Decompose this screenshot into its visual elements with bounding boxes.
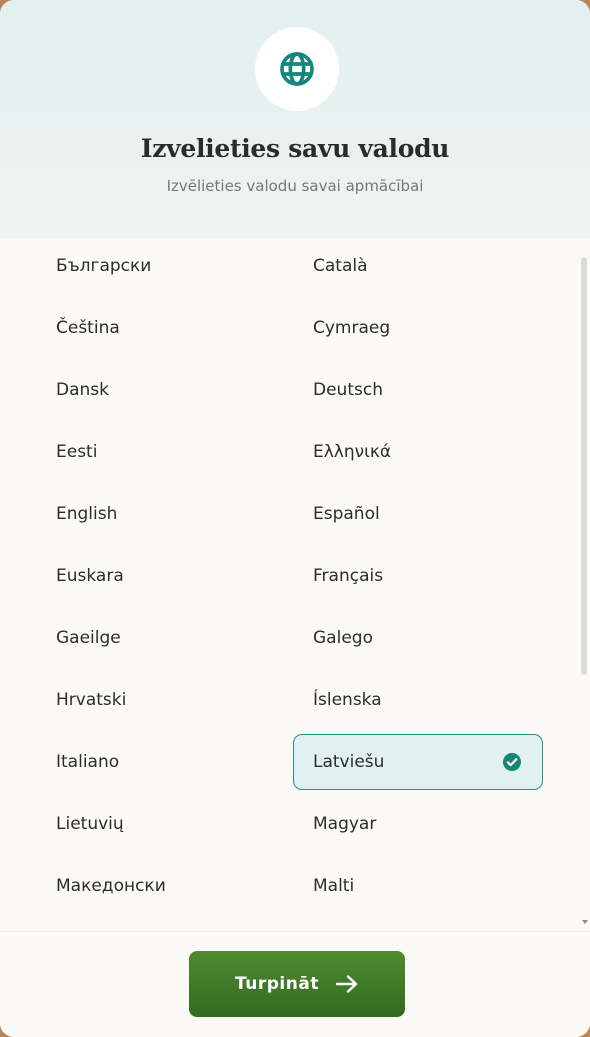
scrollbar-thumb[interactable]: [581, 257, 587, 675]
language-option[interactable]: Hrvatski: [36, 672, 286, 728]
language-option[interactable]: Ελληνικά: [293, 424, 543, 480]
language-label: Magyar: [313, 814, 377, 834]
language-label: Català: [313, 256, 368, 276]
language-option-selected[interactable]: Latviešu: [293, 734, 543, 790]
scroll-down-arrow-icon[interactable]: [582, 920, 588, 924]
dialog-title: Izvelieties savu valodu: [140, 134, 450, 163]
check-circle-icon: [503, 753, 521, 771]
continue-label: Turpināt: [235, 974, 319, 994]
language-option[interactable]: English: [36, 486, 286, 542]
language-label: Cymraeg: [313, 318, 391, 338]
language-label: Galego: [313, 628, 373, 648]
language-option[interactable]: Čeština: [36, 300, 286, 356]
language-option[interactable]: Français: [293, 548, 543, 604]
language-option[interactable]: Magyar: [293, 796, 543, 852]
language-label: Íslenska: [313, 690, 382, 710]
language-option[interactable]: Malti: [293, 858, 543, 914]
language-label: Čeština: [56, 318, 120, 338]
language-label: Gaeilge: [56, 628, 121, 648]
language-option[interactable]: Gaeilge: [36, 610, 286, 666]
continue-button[interactable]: Turpināt: [189, 951, 405, 1017]
language-label: Hrvatski: [56, 690, 127, 710]
language-option[interactable]: Galego: [293, 610, 543, 666]
dialog-header: Izvelieties savu valodu Izvēlieties valo…: [0, 0, 590, 238]
language-label: Italiano: [56, 752, 120, 772]
language-option[interactable]: Italiano: [36, 734, 286, 790]
language-option[interactable]: Deutsch: [293, 362, 543, 418]
language-option[interactable]: Català: [293, 238, 543, 294]
language-option[interactable]: Cymraeg: [293, 300, 543, 356]
language-label: Deutsch: [313, 380, 383, 400]
language-option[interactable]: Lietuvių: [36, 796, 286, 852]
language-option[interactable]: Dansk: [36, 362, 286, 418]
language-option[interactable]: Euskara: [36, 548, 286, 604]
globe-badge: [255, 27, 339, 111]
language-label: Lietuvių: [56, 814, 124, 834]
globe-icon: [280, 52, 314, 86]
language-option[interactable]: Македонски: [36, 858, 286, 914]
dialog-footer: Turpināt: [0, 931, 590, 1037]
arrow-right-icon: [335, 975, 358, 993]
dialog-subtitle: Izvēlieties valodu savai apmācībai: [166, 177, 424, 195]
language-label: Latviešu: [313, 752, 385, 772]
language-label: Ελληνικά: [313, 442, 392, 462]
language-label: Eesti: [56, 442, 98, 462]
language-label: English: [56, 504, 118, 524]
language-list[interactable]: Български Čeština Dansk Eesti English Eu…: [0, 238, 590, 931]
language-label: Français: [313, 566, 384, 586]
language-option[interactable]: Español: [293, 486, 543, 542]
language-dialog: Izvelieties savu valodu Izvēlieties valo…: [0, 0, 590, 1037]
language-label: Български: [56, 256, 152, 276]
language-label: Македонски: [56, 876, 166, 896]
language-label: Dansk: [56, 380, 109, 400]
language-label: Malti: [313, 876, 355, 896]
language-option[interactable]: Íslenska: [293, 672, 543, 728]
language-label: Euskara: [56, 566, 124, 586]
language-option[interactable]: Eesti: [36, 424, 286, 480]
language-label: Español: [313, 504, 380, 524]
language-option[interactable]: Български: [36, 238, 286, 294]
